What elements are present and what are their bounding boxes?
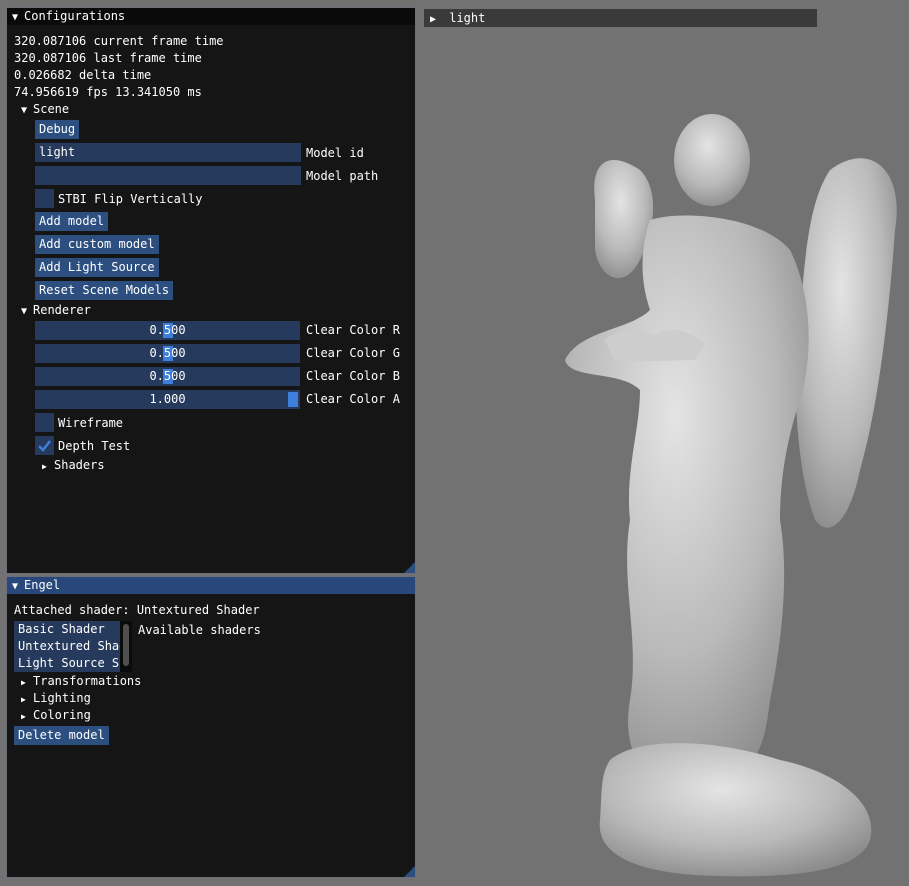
stat-current-frame: 320.087106 current frame time [14, 34, 224, 48]
triangle-right-icon: ▶ [430, 14, 437, 25]
light-window-titlebar[interactable]: ▶ light [424, 9, 817, 27]
triangle-right-icon: ▶ [21, 678, 26, 687]
clear-color-a-slider[interactable]: 1.000 [35, 390, 300, 409]
clear-color-g-label: Clear Color G [306, 346, 400, 360]
stat-delta-time: 0.026682 delta time [14, 68, 152, 82]
triangle-down-icon: ▼ [21, 105, 28, 116]
clear-color-b-label: Clear Color B [306, 369, 400, 383]
model-path-label: Model path [306, 169, 379, 183]
clear-color-g-slider[interactable]: 0.500 [35, 344, 300, 363]
depth-test-label: Depth Test [58, 439, 131, 453]
add-custom-model-button[interactable]: Add custom model [35, 235, 159, 254]
coloring-header[interactable]: ▶ Coloring [21, 707, 91, 725]
coloring-label: Coloring [33, 708, 91, 722]
model-id-input[interactable]: light [35, 143, 301, 162]
lighting-header[interactable]: ▶ Lighting [21, 690, 91, 708]
wireframe-label: Wireframe [58, 416, 124, 430]
shaders-header[interactable]: ▶ Shaders [42, 457, 105, 475]
triangle-down-icon: ▼ [21, 306, 28, 317]
check-icon [38, 440, 51, 452]
scene-label: Scene [33, 102, 70, 116]
depth-test-checkbox[interactable] [35, 436, 54, 455]
slider-value: 1.000 [149, 392, 186, 406]
stat-last-frame: 320.087106 last frame time [14, 51, 202, 65]
list-item[interactable]: Basic Shader [14, 621, 120, 638]
wireframe-checkbox[interactable] [35, 413, 54, 432]
transformations-label: Transformations [33, 674, 142, 688]
add-light-source-button[interactable]: Add Light Source [35, 258, 159, 277]
shader-list-scrollbar[interactable] [120, 621, 132, 672]
engel-window[interactable]: ▼ Engel Attached shader: Untextured Shade… [6, 576, 416, 878]
scene-header[interactable]: ▼ Scene [21, 101, 69, 119]
clear-color-r-label: Clear Color R [306, 323, 400, 337]
clear-color-b-slider[interactable]: 0.500 [35, 367, 300, 386]
slider-value: 0.500 [149, 369, 186, 383]
available-shaders-label: Available shaders [138, 623, 261, 637]
add-model-button[interactable]: Add model [35, 212, 109, 231]
triangle-right-icon: ▶ [42, 462, 47, 471]
renderer-header[interactable]: ▼ Renderer [21, 302, 91, 320]
triangle-down-icon: ▼ [12, 581, 19, 592]
transformations-header[interactable]: ▶ Transformations [21, 673, 141, 691]
clear-color-a-label: Clear Color A [306, 392, 400, 406]
lighting-label: Lighting [33, 691, 91, 705]
light-window-title: light [449, 11, 486, 25]
configurations-window[interactable]: ▼ Configurations 320.087106 current frame… [6, 7, 416, 574]
resize-grip[interactable] [404, 562, 415, 573]
stbi-flip-checkbox[interactable] [35, 189, 54, 208]
list-item[interactable]: Untextured Shader [14, 638, 120, 655]
resize-grip[interactable] [404, 866, 415, 877]
model-path-input[interactable] [35, 166, 301, 185]
debug-button[interactable]: Debug [35, 120, 80, 139]
engel-title: Engel [24, 578, 61, 592]
stat-fps: 74.956619 fps 13.341050 ms [14, 85, 202, 99]
triangle-down-icon: ▼ [12, 12, 19, 23]
engel-titlebar[interactable]: ▼ Engel [7, 577, 415, 594]
slider-value: 0.500 [149, 346, 186, 360]
model-id-label: Model id [306, 146, 364, 160]
list-item[interactable]: Light Source Shader [14, 655, 120, 672]
slider-value: 0.500 [149, 323, 186, 337]
renderer-label: Renderer [33, 303, 91, 317]
shader-listbox[interactable]: Basic Shader Untextured Shader Light Sou… [14, 621, 120, 672]
triangle-right-icon: ▶ [21, 695, 26, 704]
stbi-flip-label: STBI Flip Vertically [58, 192, 203, 206]
triangle-right-icon: ▶ [21, 712, 26, 721]
shaders-label: Shaders [54, 458, 105, 472]
configurations-title: Configurations [24, 9, 126, 23]
delete-model-button[interactable]: Delete model [14, 726, 109, 745]
attached-shader-text: Attached shader: Untextured Shader [14, 603, 260, 617]
scrollbar-thumb[interactable] [123, 624, 129, 666]
clear-color-r-slider[interactable]: 0.500 [35, 321, 300, 340]
configurations-titlebar[interactable]: ▼ Configurations [7, 8, 415, 25]
reset-scene-models-button[interactable]: Reset Scene Models [35, 281, 174, 300]
